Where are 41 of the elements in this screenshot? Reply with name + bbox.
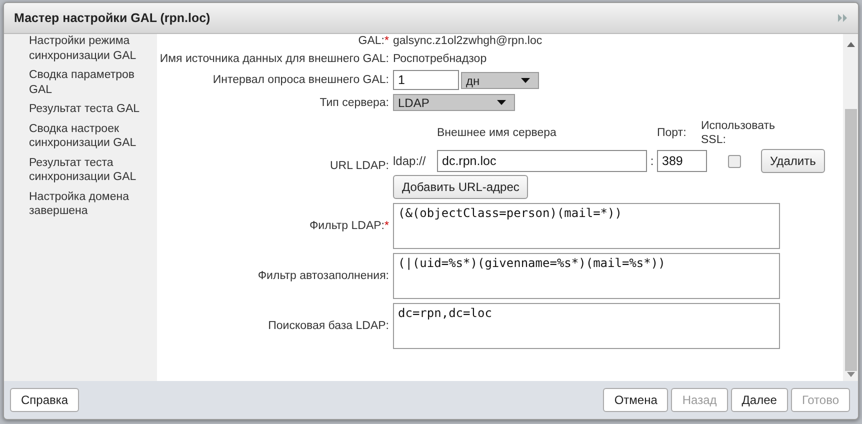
field-label: GAL:* <box>358 34 389 48</box>
filter-text-area[interactable]: (&(objectClass=person)(mail=*)) <box>393 203 780 249</box>
wizard-button[interactable]: Далее <box>730 388 788 412</box>
interval-field[interactable]: 1 <box>393 70 459 90</box>
scrollbar[interactable] <box>843 34 858 381</box>
scroll-up-icon[interactable] <box>846 42 854 47</box>
add-url-button[interactable]: Добавить URL-адрес <box>393 175 528 199</box>
filter-text-area[interactable]: (|(uid=%s*)(givenname=%s*)(mail=%s*)) <box>393 253 780 299</box>
sidebar-item[interactable]: Сводка настроек синхронизации GAL <box>29 122 143 150</box>
field-label: Тип сервера: <box>320 96 389 110</box>
help-button[interactable]: Справка <box>10 388 80 412</box>
sidebar-item[interactable]: Сводка параметров GAL <box>29 68 143 97</box>
field-label: Фильтр автозаполнения: <box>258 269 389 283</box>
unit-dropdown[interactable]: дн <box>461 72 539 89</box>
sidebar-item[interactable]: Настройка домена завершена <box>29 190 143 218</box>
ssl-checkbox[interactable] <box>728 154 740 168</box>
caret-icon <box>521 78 530 83</box>
field-value: Роспотребнадзор <box>393 53 487 65</box>
filter-text-area[interactable]: dc=rpn,dc=loc <box>393 303 780 349</box>
field-label: Интервал опроса внешнего GAL: <box>212 73 389 87</box>
sidebar-item[interactable]: Результат теста GAL <box>29 102 143 116</box>
field-label: Имя источника данных для внешнего GAL: <box>160 52 389 66</box>
field-value: galsync.z1ol2zwhgh@rpn.loc <box>393 35 542 47</box>
port-field[interactable]: 389 <box>657 150 707 172</box>
caret-icon <box>497 100 506 105</box>
column-header: Порт: <box>657 127 688 139</box>
remove-button[interactable]: Удалить <box>761 149 825 173</box>
field-label: URL LDAP: <box>330 159 389 173</box>
sidebar-item[interactable]: Результат теста синхронизации GAL <box>29 156 143 184</box>
field-label: Фильтр LDAP:* <box>309 219 389 233</box>
column-header: Внешнее имя сервера <box>437 127 558 139</box>
wizard-button[interactable]: Отмена <box>603 388 668 412</box>
window-title: Мастер настройки GAL (rpn.loc) <box>14 11 210 25</box>
double-arrow-icon[interactable] <box>838 14 848 22</box>
field-label: Поисковая база LDAP: <box>268 319 389 333</box>
server-type-dropdown[interactable]: LDAP <box>393 94 515 111</box>
column-header: Использовать SSL: <box>701 119 776 147</box>
port-separator: : <box>649 154 655 168</box>
url-prefix: ldap:// <box>393 154 427 168</box>
server-name-field[interactable]: dc.rpn.loc <box>437 150 647 172</box>
sidebar-item[interactable]: Настройки режима синхронизации GAL <box>29 34 143 63</box>
